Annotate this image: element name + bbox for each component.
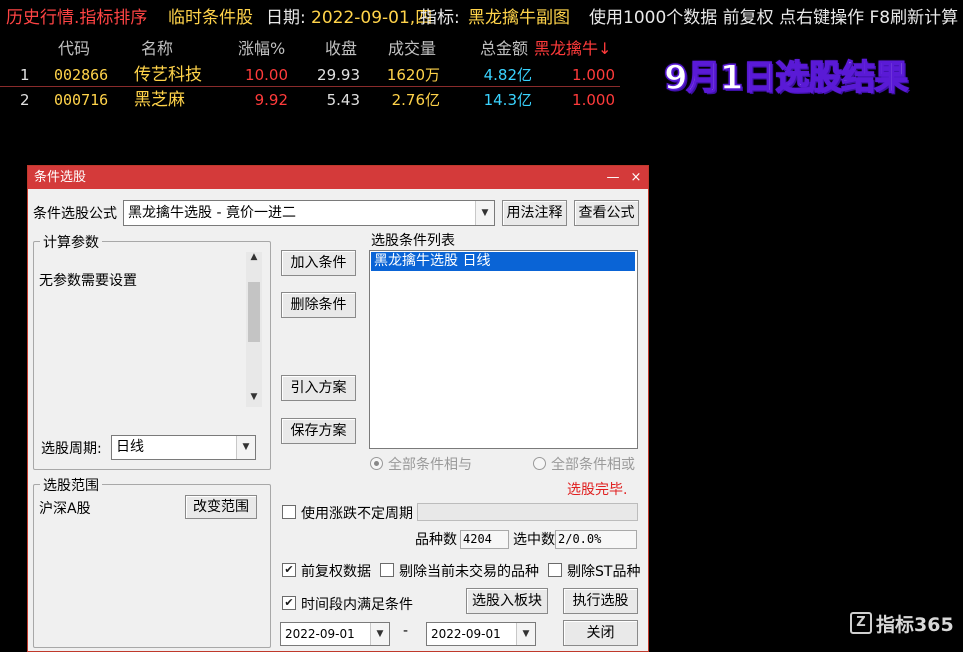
date-value: 2022-09-01,四 <box>311 8 433 28</box>
stock-indicator: 1.000 <box>572 66 615 84</box>
watermark-text: 指标365 <box>876 614 954 636</box>
variety-count: 4204 <box>460 530 509 549</box>
add-condition-button[interactable]: 加入条件 <box>281 250 356 276</box>
radio-and[interactable] <box>370 457 383 470</box>
row-index: 1 <box>20 66 30 84</box>
execute-button[interactable]: 执行选股 <box>563 588 638 614</box>
col-header-volume[interactable]: 成交量 <box>388 36 436 62</box>
formula-label: 条件选股公式 <box>33 206 117 222</box>
save-plan-button[interactable]: 保存方案 <box>281 418 356 444</box>
dialog-title: 条件选股 <box>34 170 87 185</box>
condition-select-dialog: 条件选股 — × 条件选股公式 黑龙擒牛选股 - 竟价一进二 ▼ 用法注释 查看… <box>27 165 649 652</box>
status-text: 选股完毕. <box>567 482 628 498</box>
exclude-untraded-label: 剔除当前未交易的品种 <box>399 564 539 580</box>
stock-change: 9.92 <box>254 91 288 109</box>
change-range-button[interactable]: 改变范围 <box>185 495 257 519</box>
range-group-title: 选股范围 <box>40 475 102 495</box>
scroll-down-icon[interactable]: ▼ <box>248 392 260 402</box>
date-from-select[interactable]: 2022-09-01 ▼ <box>280 622 390 646</box>
range-value: 沪深A股 <box>39 501 91 517</box>
chevron-down-icon[interactable]: ▼ <box>516 623 535 645</box>
radio-or[interactable] <box>533 457 546 470</box>
exclude-st-label: 剔除ST品种 <box>567 564 641 580</box>
scroll-thumb[interactable] <box>248 282 260 342</box>
params-scrollbar[interactable]: ▲ ▼ <box>246 252 262 407</box>
col-header-name[interactable]: 名称 <box>141 36 173 62</box>
selected-count: 2/0.0% <box>555 530 637 549</box>
col-header-code[interactable]: 代码 <box>58 36 90 62</box>
chevron-down-icon[interactable]: ▼ <box>236 436 255 459</box>
period-label: 选股周期: <box>41 441 102 457</box>
stock-name: 黑芝麻 <box>134 90 185 110</box>
date-to-value: 2022-09-01 <box>431 627 501 641</box>
add-to-block-button[interactable]: 选股入板块 <box>466 588 548 614</box>
formula-value: 黑龙擒牛选股 - 竟价一进二 <box>128 205 296 221</box>
import-plan-button[interactable]: 引入方案 <box>281 375 356 401</box>
exclude-st-checkbox[interactable] <box>548 563 562 577</box>
indicator-value: 黑龙擒牛副图 <box>468 8 570 28</box>
exclude-untraded-checkbox[interactable] <box>380 563 394 577</box>
stock-close: 5.43 <box>326 91 360 109</box>
close-button[interactable]: 关闭 <box>563 620 638 646</box>
delete-condition-button[interactable]: 删除条件 <box>281 292 356 318</box>
conditions-list[interactable]: 黑龙擒牛选股 日线 <box>369 250 638 449</box>
minimize-button[interactable]: — <box>602 166 624 189</box>
adjust-checkbox[interactable]: ✔ <box>282 563 296 577</box>
selected-count-label: 选中数 <box>513 532 555 548</box>
conditions-list-label: 选股条件列表 <box>371 233 455 249</box>
data-info: 使用1000个数据 前复权 点右键操作 F8刷新计算 <box>589 8 959 28</box>
chevron-down-icon[interactable]: ▼ <box>370 623 389 645</box>
variety-count-label: 品种数 <box>415 532 457 548</box>
indef-period-label: 使用涨跌不定周期 <box>301 506 413 522</box>
stock-indicator: 1.000 <box>572 91 615 109</box>
col-header-indicator[interactable]: 黑龙擒牛↓ <box>534 36 611 62</box>
view-title: 历史行情.指标排序 <box>6 8 148 28</box>
radio-and-label: 全部条件相与 <box>388 457 472 473</box>
stock-change: 10.00 <box>245 66 288 84</box>
stock-close: 29.93 <box>317 66 360 84</box>
usage-notes-button[interactable]: 用法注释 <box>502 200 567 226</box>
view-formula-button[interactable]: 查看公式 <box>574 200 639 226</box>
adjust-label: 前复权数据 <box>301 564 371 580</box>
params-text: 无参数需要设置 <box>39 273 137 289</box>
chevron-down-icon[interactable]: ▼ <box>475 201 494 225</box>
stock-volume: 1620万 <box>386 66 440 84</box>
watermark-logo-icon: Z <box>850 612 872 634</box>
stock-volume: 2.76亿 <box>391 91 440 109</box>
scroll-up-icon[interactable]: ▲ <box>248 252 260 262</box>
timespan-checkbox[interactable]: ✔ <box>282 596 296 610</box>
date-to-select[interactable]: 2022-09-01 ▼ <box>426 622 536 646</box>
date-from-value: 2022-09-01 <box>285 627 355 641</box>
indef-period-checkbox[interactable] <box>282 505 296 519</box>
stock-amount: 14.3亿 <box>483 91 532 109</box>
promo-caption: 9月1日选股结果 <box>663 57 909 99</box>
close-icon[interactable]: × <box>625 166 647 189</box>
dialog-titlebar[interactable]: 条件选股 — × <box>28 166 648 189</box>
period-value: 日线 <box>116 439 144 455</box>
indicator-label: 指标: <box>420 8 460 28</box>
list-item[interactable]: 黑龙擒牛选股 日线 <box>371 252 635 271</box>
col-header-close[interactable]: 收盘 <box>325 36 357 62</box>
date-separator: - <box>403 623 409 639</box>
col-header-change[interactable]: 涨幅% <box>238 36 285 62</box>
mode-label: 临时条件股 <box>168 8 253 28</box>
row-index: 2 <box>20 91 30 109</box>
params-group-title: 计算参数 <box>40 232 102 252</box>
timespan-label: 时间段内满足条件 <box>301 597 413 613</box>
period-select[interactable]: 日线 ▼ <box>111 435 256 460</box>
radio-or-label: 全部条件相或 <box>551 457 635 473</box>
formula-select[interactable]: 黑龙擒牛选股 - 竟价一进二 ▼ <box>123 200 495 226</box>
stock-code: 000716 <box>54 91 109 109</box>
stock-amount: 4.82亿 <box>483 66 532 84</box>
date-label: 日期: <box>266 8 306 28</box>
stock-name: 传艺科技 <box>134 65 202 85</box>
stock-code: 002866 <box>54 66 109 84</box>
col-header-amount[interactable]: 总金额 <box>480 36 528 62</box>
status-bar: 历史行情.指标排序 临时条件股 日期: 2022-09-01,四 指标: 黑龙擒… <box>0 0 963 36</box>
progress-bar <box>417 503 638 521</box>
